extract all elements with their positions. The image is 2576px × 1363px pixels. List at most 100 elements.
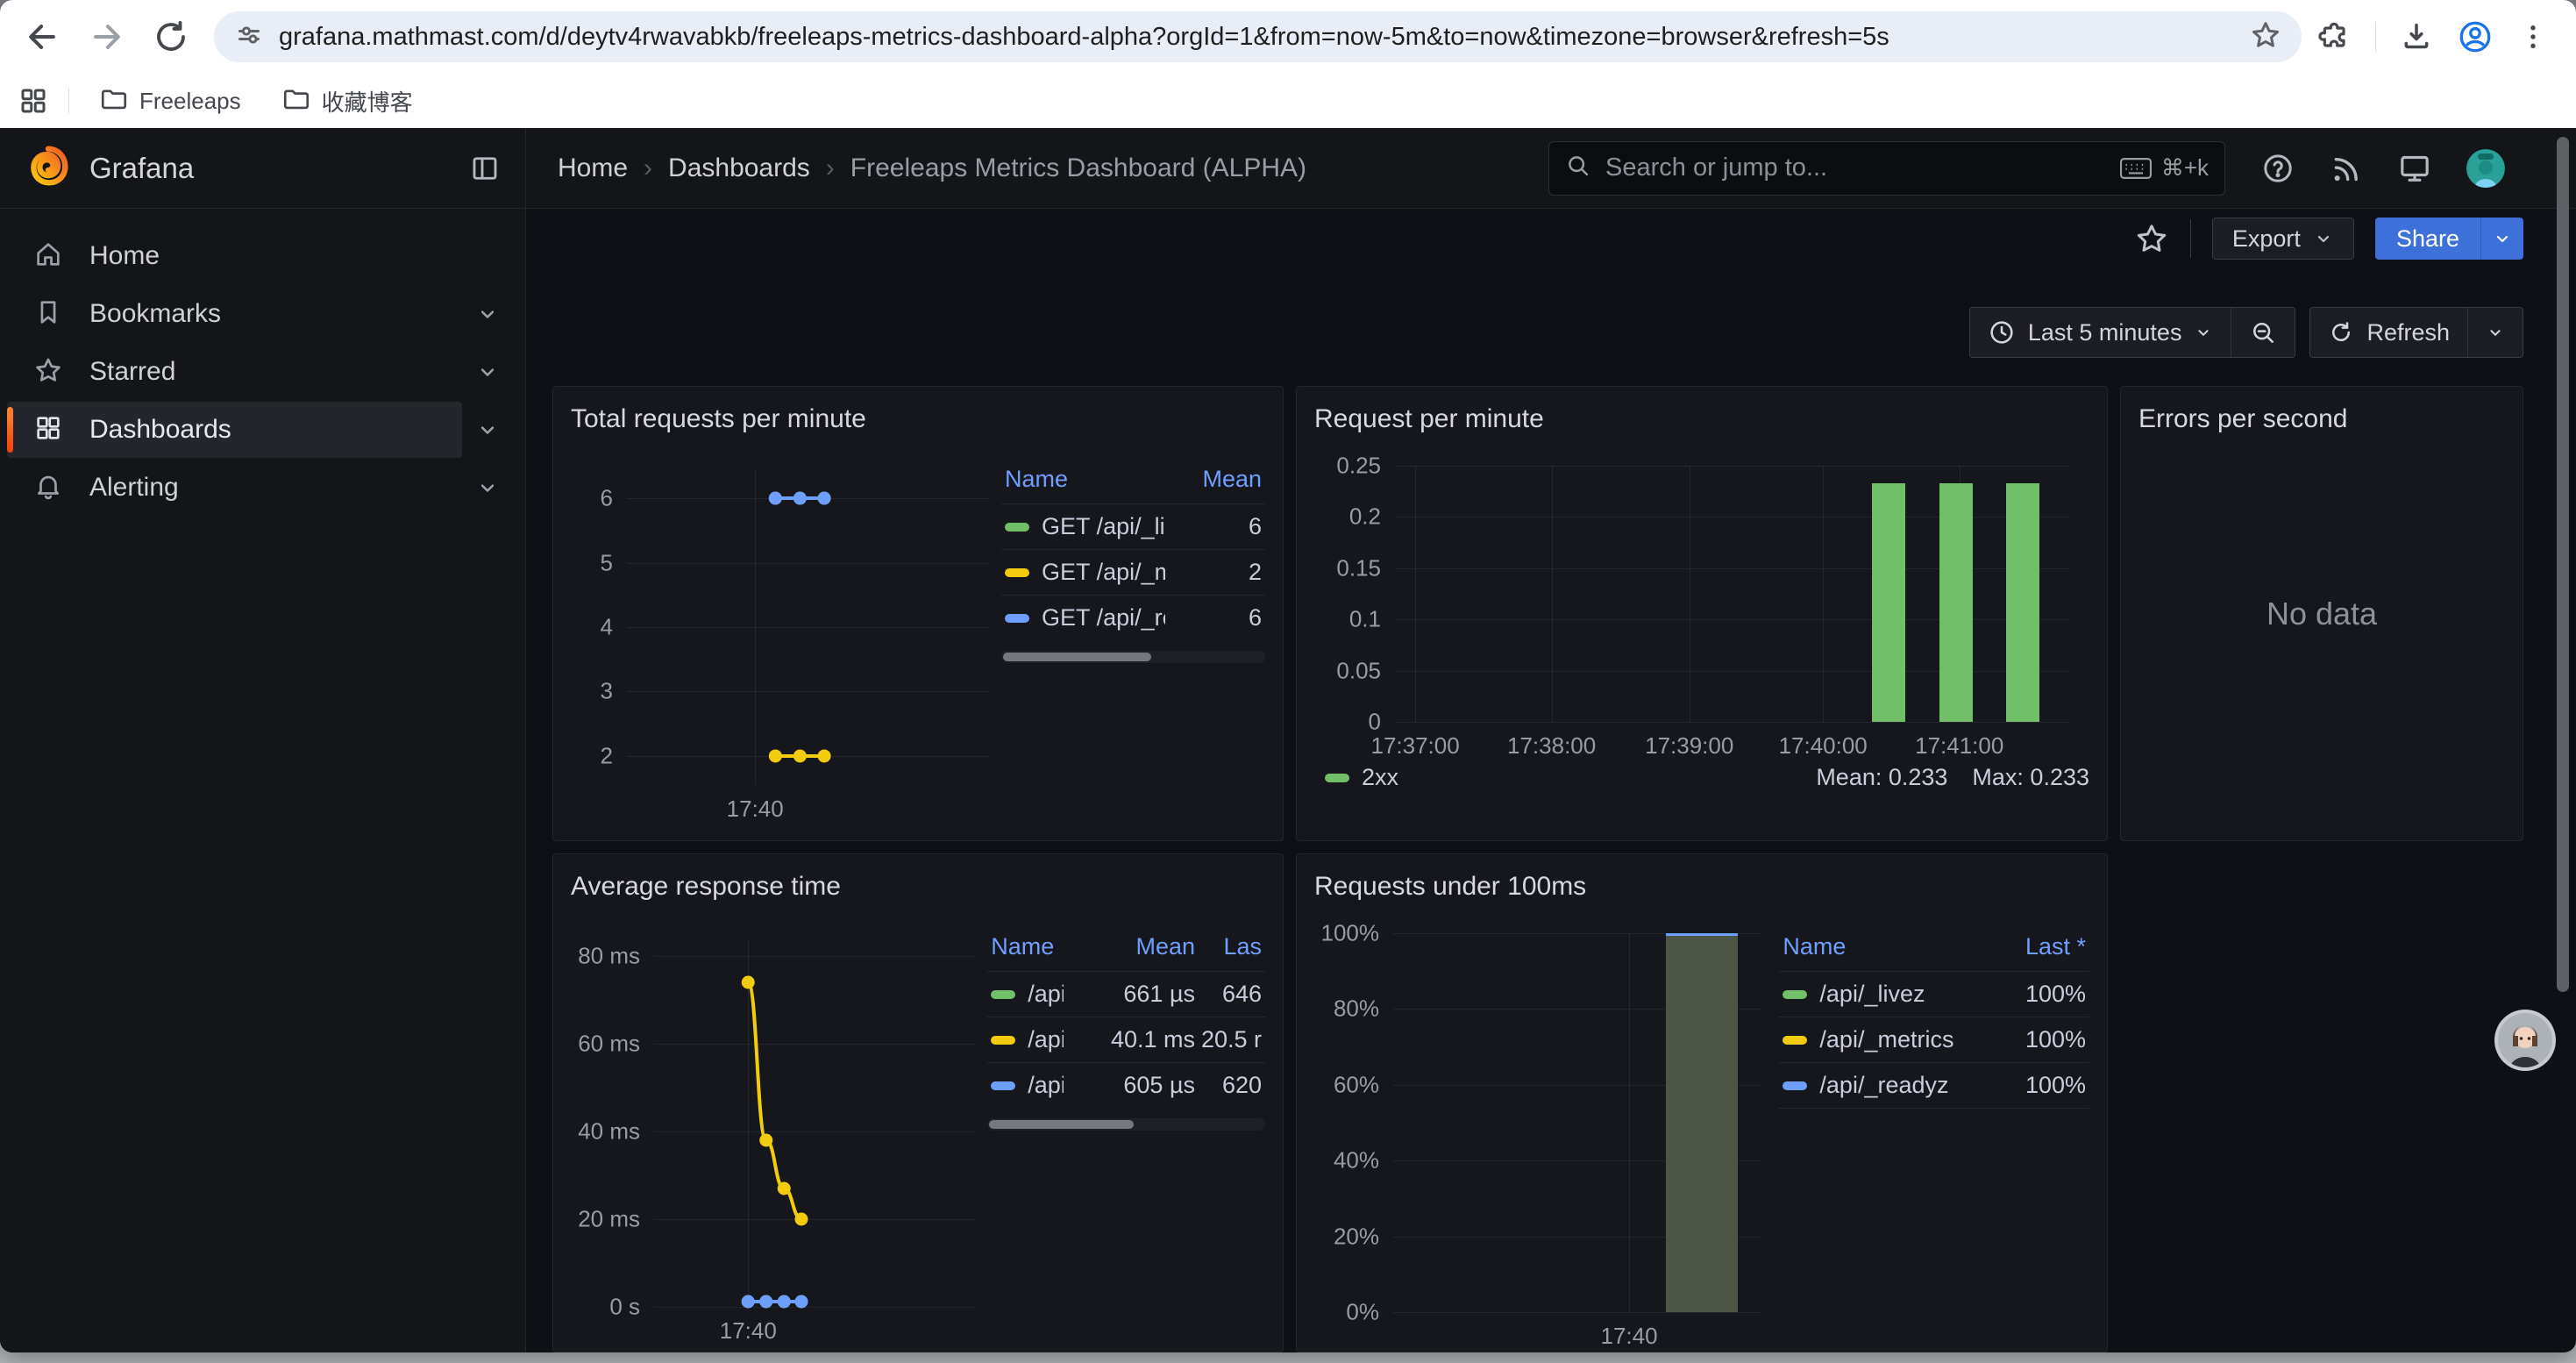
actions-divider (2190, 219, 2191, 258)
sidebar-item-home[interactable]: Home (7, 228, 513, 284)
extensions-icon[interactable] (2317, 19, 2352, 54)
url-bar[interactable]: grafana.mathmast.com/d/deytv4rwavabkb/fr… (214, 11, 2302, 62)
folder-icon (281, 84, 311, 118)
news-rss-icon[interactable] (2329, 151, 2364, 186)
sidebar-item-bookmarks[interactable]: Bookmarks (7, 286, 462, 342)
legend-header-mean[interactable]: Mean (1064, 933, 1195, 960)
favorite-star-icon[interactable] (2134, 221, 2169, 260)
browser-toolbar: grafana.mathmast.com/d/deytv4rwavabkb/fr… (0, 0, 2576, 74)
brand-name[interactable]: Grafana (89, 152, 448, 185)
legend-row: GET /api/_metrics2 (1001, 549, 1265, 595)
legend-header-last[interactable]: Last * (1989, 933, 2086, 960)
legend-header-name[interactable]: Name (1783, 933, 1989, 960)
bar-chart[interactable]: 0.250.20.150.10.05017:37:0017:38:0017:39… (1395, 466, 2070, 722)
breadcrumb-separator: › (826, 153, 835, 183)
bookmark-star-icon[interactable] (2249, 18, 2282, 56)
monitor-kiosk-icon[interactable] (2397, 151, 2432, 186)
legend-scrollbar[interactable] (1001, 651, 1265, 663)
series-swatch (1783, 1036, 1807, 1045)
desktop-background: grafana.mathmast.com/d/deytv4rwavabkb/fr… (0, 0, 2576, 1363)
panel-title[interactable]: Total requests per minute (571, 403, 866, 436)
legend-header-name[interactable]: Name (1005, 466, 1165, 493)
series-swatch (991, 990, 1015, 999)
time-controls: Last 5 minutes Refresh (526, 300, 2576, 386)
browser-window: grafana.mathmast.com/d/deytv4rwavabkb/fr… (0, 0, 2576, 1352)
series-swatch (991, 1036, 1015, 1045)
legend-scrollbar[interactable] (987, 1118, 1265, 1131)
bookmark-folder-blog[interactable]: 收藏博客 (271, 79, 423, 124)
share-button[interactable]: Share (2375, 218, 2523, 260)
panel-title[interactable]: Average response time (571, 870, 841, 903)
series-swatch (1783, 990, 1807, 999)
reload-button[interactable] (153, 18, 189, 55)
bar-chart[interactable]: 100%80%60%40%20%0%17:40 (1393, 933, 1761, 1312)
time-range-picker[interactable]: Last 5 minutes (1970, 308, 2231, 357)
legend-row: /api/_readyz100% (1779, 1062, 2089, 1109)
chevron-down-icon[interactable] (462, 360, 513, 384)
chevron-down-icon[interactable] (462, 475, 513, 500)
chevron-down-icon (2313, 228, 2334, 249)
sidebar-item-dashboards[interactable]: Dashboards (7, 402, 462, 458)
menu-kebab-icon[interactable] (2516, 20, 2550, 54)
help-icon[interactable] (2260, 151, 2295, 186)
refresh-button[interactable]: Refresh (2310, 308, 2467, 357)
bookmark-label: Freeleaps (139, 88, 241, 115)
search-shortcut: ⌘+k (2119, 154, 2209, 182)
panel-request-per-minute: Request per minute 0.250.20.150.10.05017… (1296, 386, 2108, 841)
legend-header-last[interactable]: Las (1195, 933, 1262, 960)
zoom-out-button[interactable] (2231, 308, 2295, 357)
share-menu-button[interactable] (2480, 218, 2523, 260)
timeseries-chart[interactable]: 6543217:40 (627, 469, 989, 785)
bell-icon (33, 471, 63, 505)
legend-table: NameMeanLas /api/_livez661 µs646 /api/_m… (987, 928, 1265, 1307)
star-icon (33, 355, 63, 389)
breadcrumb-dashboards[interactable]: Dashboards (668, 153, 810, 183)
forward-button[interactable] (88, 18, 126, 56)
legend-row: /api/_metrics40.1 ms20.5 r (987, 1017, 1265, 1062)
apps-grid-icon[interactable] (18, 85, 49, 117)
sidebar-item-alerting[interactable]: Alerting (7, 460, 462, 516)
chevron-down-icon (2194, 323, 2213, 342)
legend-row: /api/_livez100% (1779, 971, 2089, 1017)
user-avatar[interactable] (2466, 148, 2506, 189)
url-text[interactable]: grafana.mathmast.com/d/deytv4rwavabkb/fr… (279, 23, 2235, 52)
clock-icon (1988, 318, 2016, 346)
series-swatch (1325, 774, 1349, 782)
home-icon (33, 239, 63, 274)
search-input[interactable]: Search or jump to... ⌘+k (1548, 141, 2225, 196)
series-swatch (1005, 568, 1029, 577)
refresh-icon (2328, 319, 2354, 346)
refresh-interval-menu[interactable] (2467, 308, 2523, 357)
chevron-down-icon[interactable] (462, 302, 513, 326)
breadcrumb-current: Freeleaps Metrics Dashboard (ALPHA) (850, 153, 1306, 183)
page-scrollbar[interactable] (2557, 137, 2569, 992)
downloads-icon[interactable] (2399, 19, 2434, 54)
sidebar: Grafana Home Bookmarks (0, 128, 526, 1352)
chevron-down-icon[interactable] (462, 417, 513, 442)
dashboards-grid-icon (33, 413, 63, 447)
breadcrumb: Home › Dashboards › Freeleaps Metrics Da… (558, 153, 1306, 183)
legend-header-mean[interactable]: Mean (1165, 466, 1262, 493)
breadcrumb-home[interactable]: Home (558, 153, 628, 183)
grafana-logo-icon[interactable] (28, 146, 68, 190)
sidebar-nav: Home Bookmarks Starred (0, 209, 525, 516)
bookmarks-divider (68, 89, 69, 113)
panel-title[interactable]: Request per minute (1314, 403, 1544, 436)
profile-icon[interactable] (2457, 18, 2494, 55)
back-button[interactable] (23, 18, 61, 56)
sidebar-item-starred[interactable]: Starred (7, 344, 462, 400)
bookmark-folder-freeleaps[interactable]: Freeleaps (89, 79, 252, 124)
series-swatch (1783, 1081, 1807, 1090)
timeseries-chart[interactable]: 80 ms60 ms40 ms20 ms0 s17:40 (654, 938, 975, 1307)
panel-requests-under-100ms: Requests under 100ms 100%80%60%40%20%0%1… (1296, 853, 2108, 1352)
legend-header-name[interactable]: Name (991, 933, 1064, 960)
export-button[interactable]: Export (2212, 218, 2354, 260)
site-settings-icon[interactable] (233, 19, 265, 55)
panel-title[interactable]: Requests under 100ms (1314, 870, 1586, 903)
assistant-avatar[interactable] (2494, 1009, 2557, 1072)
chevron-down-icon (2486, 323, 2505, 342)
panel-total-requests-per-minute: Total requests per minute 6543217:40 Nam… (552, 386, 1284, 841)
dock-sidebar-icon[interactable] (469, 153, 501, 184)
search-icon (1565, 153, 1591, 183)
bookmarks-bar: Freeleaps 收藏博客 (0, 74, 2576, 128)
